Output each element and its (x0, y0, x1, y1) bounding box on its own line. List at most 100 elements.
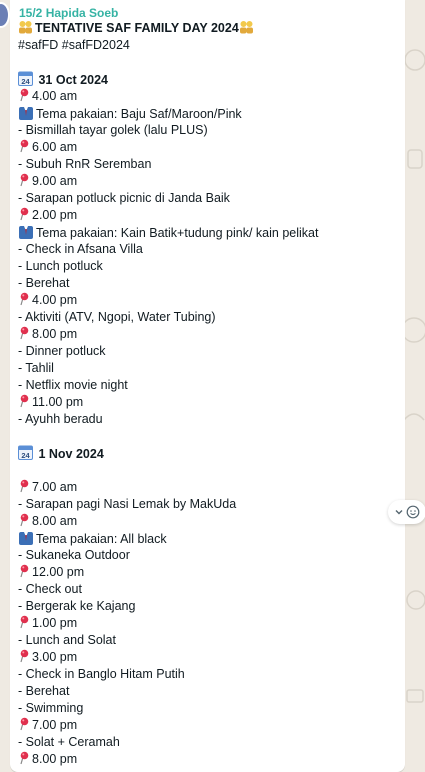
message-line-text: 7.00 am (32, 480, 78, 494)
message-line: 7.00 am (18, 479, 399, 496)
calendar-date-label: 24 (21, 77, 30, 86)
message-line: - Solat + Ceramah (18, 734, 399, 751)
message-line: 24 31 Oct 2024 (18, 71, 399, 88)
message-line-text: 2.00 pm (32, 208, 78, 222)
message-line-text: - Sukaneka Outdoor (18, 548, 130, 562)
message-line: - Check out (18, 581, 399, 598)
message-line-text: - Lunch and Solat (18, 633, 116, 647)
chevron-down-icon (395, 510, 403, 515)
pin-icon (20, 751, 29, 765)
message-line-text: - Sarapan potluck picnic di Janda Baik (18, 191, 230, 205)
message-line: - Berehat (18, 683, 399, 700)
pin-icon (20, 207, 29, 221)
message-line: 4.00 pm (18, 292, 399, 309)
message-line-text: - Bergerak ke Kajang (18, 599, 136, 613)
message-line-text: 12.00 pm (32, 565, 85, 579)
message-text: TENTATIVE SAF FAMILY DAY 2024 #safFD #saf… (18, 20, 399, 768)
message-actions-button[interactable] (388, 500, 425, 524)
message-line-text: - Sarapan pagi Nasi Lemak by MakUda (18, 497, 237, 511)
message-line: 7.00 pm (18, 717, 399, 734)
message-line: - Berehat (18, 275, 399, 292)
message-line-text: Tema pakaian: All black (36, 532, 167, 546)
pin-icon (20, 513, 29, 527)
message-line-text: Tema pakaian: Baju Saf/Maroon/Pink (36, 107, 242, 121)
message-line-text: 1 Nov 2024 (35, 447, 104, 461)
pin-icon (20, 717, 29, 731)
calendar-icon: 24 (18, 71, 33, 86)
message-line: 11.00 pm (18, 394, 399, 411)
emoji-icon (406, 505, 420, 519)
pin-icon (20, 139, 29, 153)
message-line: 4.00 am (18, 88, 399, 105)
message-line: 8.00 pm (18, 751, 399, 768)
message-line: #safFD #safFD2024 (18, 37, 399, 54)
message-line-text: - Berehat (18, 684, 70, 698)
message-line: - Lunch and Solat (18, 632, 399, 649)
message-line: 8.00 pm (18, 326, 399, 343)
message-line-text: - Check out (18, 582, 82, 596)
message-line-text: Tema pakaian: Kain Batik+tudung pink/ ka… (36, 226, 319, 240)
message-line: - Sarapan potluck picnic di Janda Baik (18, 190, 399, 207)
message-line: TENTATIVE SAF FAMILY DAY 2024 (18, 20, 399, 37)
message-line-text: - Subuh RnR Seremban (18, 157, 152, 171)
message-line-text: 3.00 pm (32, 650, 78, 664)
pin-icon (20, 173, 29, 187)
message-line: - Bismillah tayar golek (lalu PLUS) (18, 122, 399, 139)
sender-avatar[interactable] (0, 2, 10, 28)
pin-icon (20, 394, 29, 408)
message-line: - Tahlil (18, 360, 399, 377)
message-line: - Lunch potluck (18, 258, 399, 275)
message-line: Tema pakaian: All black (18, 530, 399, 547)
message-line-text: 8.00 pm (32, 752, 78, 766)
message-line: - Check in Banglo Hitam Putih (18, 666, 399, 683)
message-line (18, 428, 399, 445)
message-line-text: - Netflix movie night (18, 378, 128, 392)
message-line-text: 9.00 am (32, 174, 78, 188)
pin-icon (20, 649, 29, 663)
message-line-text: - Swimming (18, 701, 84, 715)
message-line: - Sarapan pagi Nasi Lemak by MakUda (18, 496, 399, 513)
message-line: - Bergerak ke Kajang (18, 598, 399, 615)
message-line-text: - Berehat (18, 276, 70, 290)
message-line-text: 31 Oct 2024 (35, 73, 108, 87)
pin-icon (20, 479, 29, 493)
message-line-text: 7.00 pm (32, 718, 78, 732)
message-line-text: - Solat + Ceramah (18, 735, 120, 749)
message-line: 1.00 pm (18, 615, 399, 632)
message-line-text: - Aktiviti (ATV, Ngopi, Water Tubing) (18, 310, 216, 324)
pin-icon (20, 292, 29, 306)
message-line-text: TENTATIVE SAF FAMILY DAY 2024 (35, 21, 239, 35)
sender-name[interactable]: 15/2 Hapida Soeb (19, 6, 118, 20)
message-line-text: - Bismillah tayar golek (lalu PLUS) (18, 123, 208, 137)
message-line-text: 1.00 pm (32, 616, 78, 630)
message-line-text: 6.00 am (32, 140, 78, 154)
message-line: 9.00 am (18, 173, 399, 190)
message-line-text: 4.00 pm (32, 293, 78, 307)
message-line-text: - Check in Banglo Hitam Putih (18, 667, 185, 681)
people-icon (19, 21, 32, 34)
message-line: Tema pakaian: Baju Saf/Maroon/Pink (18, 105, 399, 122)
pin-icon (20, 615, 29, 629)
message-line-text: 8.00 pm (32, 327, 78, 341)
message-line: 24 1 Nov 2024 (18, 445, 399, 462)
pin-icon (20, 88, 29, 102)
message-line: - Check in Afsana Villa (18, 241, 399, 258)
message-line-text: - Tahlil (18, 361, 54, 375)
message-line (18, 462, 399, 479)
message-line-text: - Lunch potluck (18, 259, 103, 273)
message-line: 6.00 am (18, 139, 399, 156)
message-line: - Swimming (18, 700, 399, 717)
message-line-text: 8.00 am (32, 514, 78, 528)
pin-icon (20, 564, 29, 578)
message-line: 2.00 pm (18, 207, 399, 224)
people-icon (239, 21, 253, 34)
message-line: - Dinner potluck (18, 343, 399, 360)
message-line: 8.00 am (18, 513, 399, 530)
suit-icon (19, 226, 33, 239)
calendar-icon: 24 (18, 445, 33, 460)
message-line-text: 11.00 pm (32, 395, 84, 409)
suit-icon (19, 532, 33, 545)
pin-icon (20, 326, 29, 340)
suit-icon (19, 107, 33, 120)
message-line-text: 4.00 am (32, 89, 78, 103)
